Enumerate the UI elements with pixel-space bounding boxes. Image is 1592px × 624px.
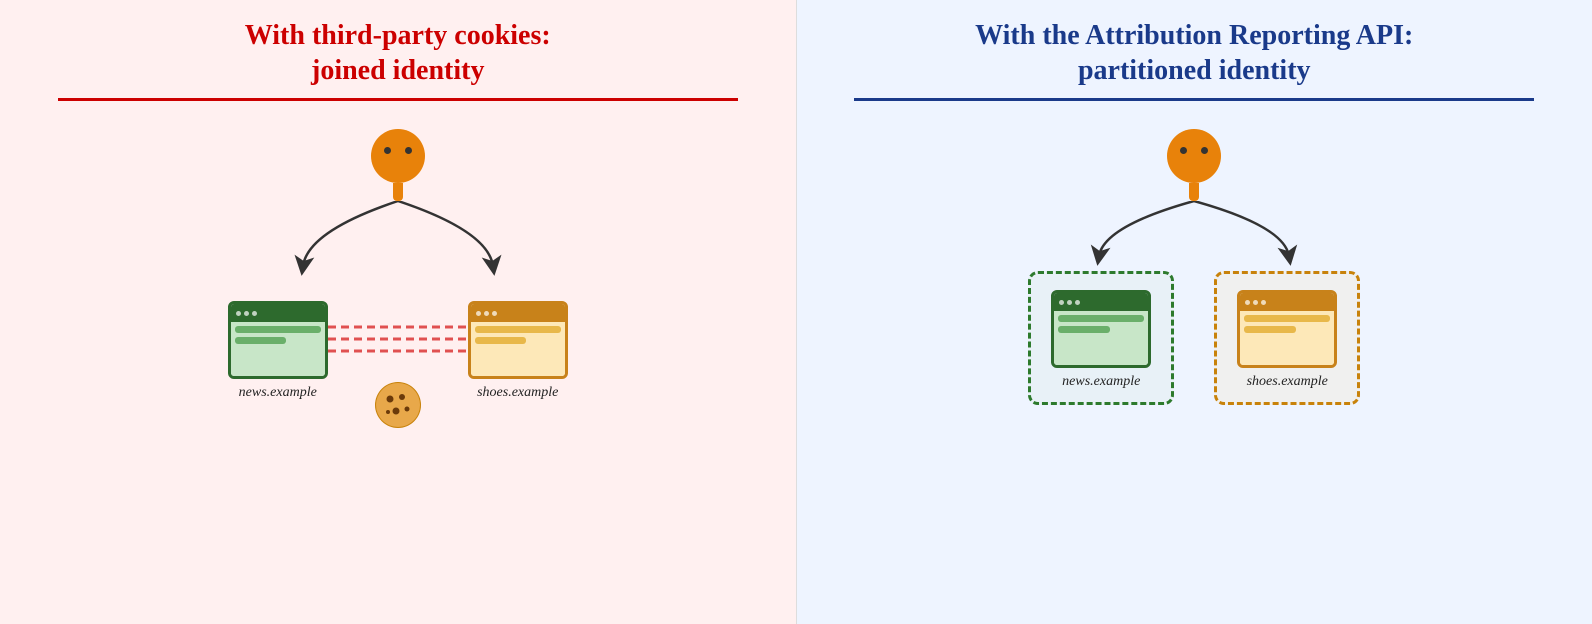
left-news-browser-group: news.example bbox=[228, 301, 328, 401]
left-person-head bbox=[371, 129, 425, 183]
left-shoes-label: shoes.example bbox=[477, 385, 558, 401]
right-panel: With the Attribution Reporting API: part… bbox=[797, 0, 1592, 624]
dot4 bbox=[476, 311, 481, 316]
right-diagram: news.example shoes.example bbox=[817, 119, 1573, 405]
line8 bbox=[1244, 326, 1296, 333]
dot1 bbox=[236, 311, 241, 316]
dashed-lines-svg bbox=[328, 313, 468, 369]
dot6 bbox=[492, 311, 497, 316]
line4 bbox=[475, 337, 527, 344]
right-title: With the Attribution Reporting API: part… bbox=[975, 18, 1413, 88]
left-person bbox=[371, 129, 425, 201]
line2 bbox=[235, 337, 287, 344]
dot8 bbox=[1067, 300, 1072, 305]
right-arrows-svg bbox=[944, 201, 1444, 281]
left-shoes-browser-group: shoes.example bbox=[468, 301, 568, 401]
right-shoes-browser bbox=[1237, 290, 1337, 368]
right-news-bar bbox=[1054, 293, 1148, 311]
left-news-browser bbox=[228, 301, 328, 379]
right-person-row bbox=[817, 129, 1573, 201]
dot10 bbox=[1245, 300, 1250, 305]
left-person-neck bbox=[393, 183, 403, 201]
dot11 bbox=[1253, 300, 1258, 305]
right-boxes-row: news.example shoes.example bbox=[1028, 271, 1360, 405]
line6 bbox=[1058, 326, 1110, 333]
dot12 bbox=[1261, 300, 1266, 305]
right-shoes-box: shoes.example bbox=[1214, 271, 1360, 405]
line7 bbox=[1244, 315, 1330, 322]
dot3 bbox=[252, 311, 257, 316]
left-diagram: news.example bbox=[20, 119, 776, 431]
right-shoes-body bbox=[1240, 311, 1334, 365]
right-person bbox=[1167, 129, 1221, 201]
left-panel: With third-party cookies: joined identit… bbox=[0, 0, 797, 624]
left-news-browser-body bbox=[231, 322, 325, 376]
left-shoes-browser-body bbox=[471, 322, 565, 376]
dot2 bbox=[244, 311, 249, 316]
left-shoes-browser bbox=[468, 301, 568, 379]
right-shoes-label: shoes.example bbox=[1247, 374, 1328, 390]
right-person-neck bbox=[1189, 183, 1199, 201]
right-person-head bbox=[1167, 129, 1221, 183]
line1 bbox=[235, 326, 321, 333]
right-news-box: news.example bbox=[1028, 271, 1174, 405]
left-title: With third-party cookies: joined identit… bbox=[245, 18, 551, 88]
right-shoes-bar bbox=[1240, 293, 1334, 311]
left-divider bbox=[58, 98, 738, 101]
dot5 bbox=[484, 311, 489, 316]
left-arrows-svg bbox=[208, 201, 588, 301]
right-news-browser bbox=[1051, 290, 1151, 368]
dot7 bbox=[1059, 300, 1064, 305]
line3 bbox=[475, 326, 561, 333]
right-news-body bbox=[1054, 311, 1148, 365]
left-browsers-container: news.example bbox=[228, 301, 568, 431]
left-news-browser-bar bbox=[231, 304, 325, 322]
left-news-label: news.example bbox=[239, 385, 317, 401]
line5 bbox=[1058, 315, 1144, 322]
dot9 bbox=[1075, 300, 1080, 305]
left-shoes-browser-bar bbox=[471, 304, 565, 322]
dashed-lines-cookie bbox=[328, 313, 468, 431]
cookie-icon bbox=[372, 379, 424, 431]
right-divider bbox=[854, 98, 1534, 101]
right-news-label: news.example bbox=[1062, 374, 1140, 390]
